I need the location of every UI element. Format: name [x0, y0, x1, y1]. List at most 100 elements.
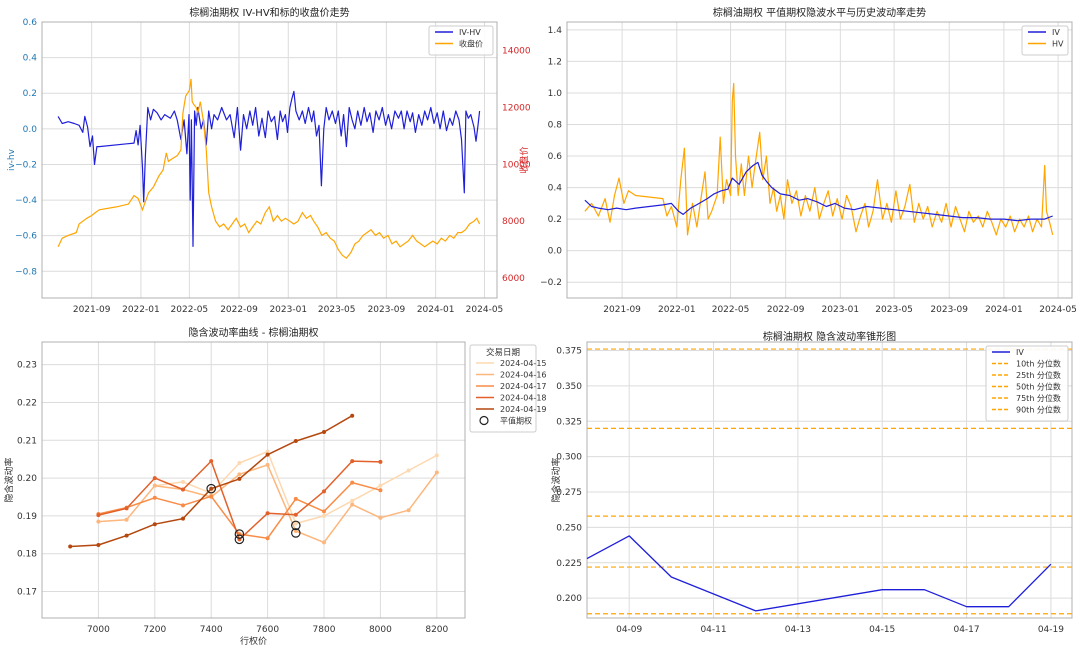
data-point	[124, 517, 129, 522]
x-tick-label: 7600	[256, 625, 279, 635]
legend-entry: 50th 分位数	[1016, 382, 1061, 392]
x-tick-label: 2022-09	[767, 305, 805, 315]
data-point	[322, 540, 326, 545]
y2-tick-label: 12000	[502, 103, 531, 113]
data-point	[406, 468, 411, 473]
y-tick-label: 0.0	[23, 125, 38, 135]
y-axis-label: 隐含波动率	[3, 457, 15, 502]
x-tick-label: 2023-01	[822, 305, 860, 315]
series-line-2024-04-15	[154, 450, 438, 525]
y-tick-label: 0.4	[548, 184, 563, 194]
x-tick-label: 04-15	[869, 625, 895, 635]
x-tick-label: 2024-05	[1039, 305, 1077, 315]
y-tick-label: 0.21	[17, 436, 37, 446]
x-tick-label: 2022-05	[712, 305, 750, 315]
x-tick-label: 7000	[87, 625, 110, 635]
legend-title: 交易日期	[486, 347, 520, 358]
x-tick-label: 7400	[200, 625, 223, 635]
y-tick-label: −0.6	[15, 232, 37, 242]
data-point	[406, 508, 411, 513]
dashboard: 2021-09 2022-01 2022-05 2022-09 2023-01 2023-…	[0, 0, 1080, 646]
x-tick-label: 2023-05	[318, 305, 356, 315]
y-tick-label: 0.6	[548, 152, 563, 162]
x-tick-label: 04-09	[616, 625, 642, 635]
chart-title: 棕榈油期权 平值期权隐波水平与历史波动率走势	[713, 6, 926, 19]
x-tick-label: 2022-01	[658, 305, 696, 315]
data-point	[152, 476, 157, 481]
y2-tick-label: 14000	[502, 46, 531, 56]
x-axis-label: 行权价	[240, 635, 267, 646]
data-point	[209, 459, 214, 464]
x-tick-label: 2022-09	[220, 305, 258, 315]
y-tick-label: 0.200	[556, 594, 582, 604]
data-point	[181, 516, 185, 521]
y2-tick-label: 8000	[502, 217, 525, 227]
x-tick-label: 2022-05	[171, 305, 209, 315]
x-tick-label: 2023-09	[368, 305, 406, 315]
data-point	[209, 494, 214, 499]
data-point	[350, 498, 355, 503]
x-tick-label: 04-17	[953, 625, 979, 635]
data-point	[322, 489, 326, 494]
data-point	[322, 429, 326, 434]
data-point	[434, 470, 439, 475]
x-tick-label: 2021-09	[73, 305, 111, 315]
x-tick-label: 2024-01	[985, 305, 1023, 315]
chart-title: 隐含波动率曲线 - 棕榈油期权	[189, 326, 319, 339]
data-point	[350, 480, 355, 485]
data-point	[378, 459, 383, 464]
y-tick-label: −0.2	[540, 278, 562, 288]
x-tick-label: 2022-01	[122, 305, 160, 315]
x-tick-label: 2024-01	[417, 305, 455, 315]
y-tick-label: −0.4	[15, 196, 37, 206]
data-point	[181, 487, 185, 492]
legend-entry: 平值期权	[500, 416, 532, 426]
data-point	[350, 413, 355, 418]
data-point	[293, 521, 298, 526]
y-tick-label: 0.20	[17, 474, 37, 484]
y-tick-label: 0.6	[23, 18, 38, 28]
series-line-hv	[584, 82, 1054, 236]
y-tick-label: 0.23	[17, 361, 37, 371]
chart-title: 棕榈油期权 隐含波动率锥形图	[763, 330, 896, 343]
chart-2: 7000 7200 7400 7600 7800 8000 8200 0.23 0.22 0.21…	[3, 326, 547, 646]
data-point	[237, 476, 242, 481]
charts-canvas: 2021-09 2022-01 2022-05 2022-09 2023-01 2023-…	[3, 6, 1077, 646]
x-tick-label: 8200	[425, 625, 448, 635]
data-point	[265, 536, 270, 541]
x-tick-label: 2023-09	[930, 305, 968, 315]
y-axis-label: 隐含波动率	[550, 457, 562, 502]
data-point	[181, 479, 185, 484]
legend-entry: 10th 分位数	[1016, 359, 1061, 369]
data-point	[293, 512, 298, 517]
x-tick-label: 2023-01	[269, 305, 307, 315]
x-tick-label: 2021-09	[603, 305, 641, 315]
data-point	[378, 488, 383, 493]
legend-entry: IV-HV	[459, 28, 481, 37]
legend-entry: 90th 分位数	[1016, 405, 1061, 415]
y-tick-label: 0.250	[556, 523, 582, 533]
y-tick-label: 1.4	[548, 26, 563, 36]
y-tick-label: 1.2	[548, 57, 562, 67]
data-point	[152, 495, 157, 500]
x-tick-label: 8000	[369, 625, 392, 635]
legend-entry: HV	[1052, 40, 1064, 49]
data-point	[378, 483, 383, 488]
y-tick-label: −0.2	[15, 160, 37, 170]
legend-entry: IV	[1016, 348, 1024, 357]
data-point	[152, 522, 157, 527]
chart-1: 2021-09 2022-01 2022-05 2022-09 2023-01 2023-…	[540, 6, 1077, 315]
y-tick-label: 0.19	[17, 512, 37, 522]
x-tick-label: 04-19	[1038, 625, 1064, 635]
data-point	[209, 486, 214, 491]
y-tick-label: −0.8	[15, 267, 37, 277]
data-point	[96, 513, 101, 518]
data-point	[350, 502, 355, 507]
data-point	[322, 513, 326, 518]
x-tick-label: 04-13	[785, 625, 811, 635]
data-point	[181, 503, 185, 508]
plot-frame	[566, 21, 1073, 299]
x-tick-label: 7800	[313, 625, 336, 635]
chart-title: 棕榈油期权 IV-HV和标的收盘价走势	[189, 6, 349, 19]
data-point	[265, 452, 270, 457]
